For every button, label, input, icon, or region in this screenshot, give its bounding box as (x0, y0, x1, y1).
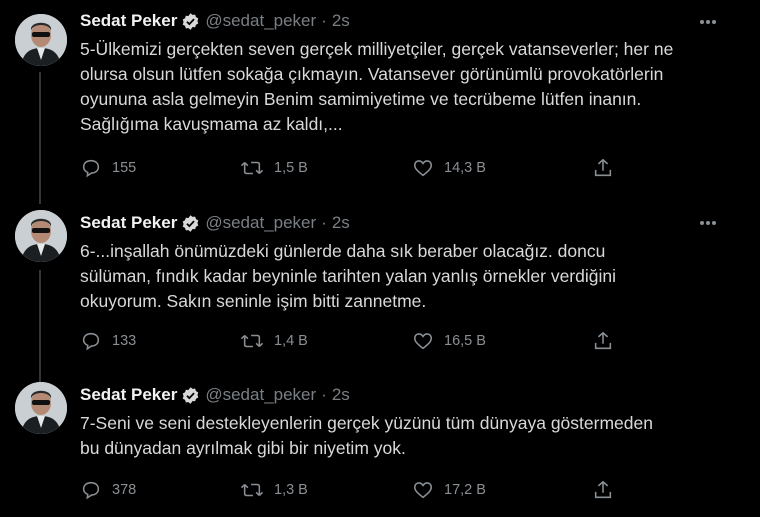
tweet-1[interactable]: Sedat Peker @sedat_peker · 2s 5-Ülkemizi… (0, 0, 760, 195)
like-button[interactable]: 17,2 B (412, 478, 486, 502)
tweet-2[interactable]: Sedat Peker @sedat_peker · 2s 6-...inşal… (0, 195, 760, 367)
retweet-button[interactable]: 1,5 B (240, 156, 308, 180)
reply-button[interactable]: 133 (80, 329, 136, 353)
retweet-count: 1,4 B (274, 333, 308, 349)
share-icon (594, 158, 612, 177)
share-icon (594, 331, 612, 350)
retweet-count: 1,3 B (274, 482, 308, 498)
avatar-image (15, 382, 67, 434)
tweet-3[interactable]: Sedat Peker @sedat_peker · 2s 7-Seni ve … (0, 367, 760, 517)
like-count: 14,3 B (444, 160, 486, 176)
avatar[interactable] (15, 210, 67, 262)
heart-icon (413, 482, 433, 499)
reply-button[interactable]: 378 (80, 478, 136, 502)
tweet-text: 7-Seni ve seni destekleyenlerin gerçek y… (80, 413, 653, 458)
tweet-text: 6-...inşallah önümüzdeki günlerde daha s… (80, 241, 616, 311)
reply-count: 133 (112, 333, 137, 349)
tweet-actions: 378 1,3 B 17,2 B (80, 478, 640, 502)
reply-icon (82, 159, 100, 178)
more-dots-icon[interactable] (698, 213, 718, 233)
avatar-image (15, 210, 67, 262)
author-name[interactable]: Sedat Peker (80, 385, 177, 405)
verified-badge-icon (183, 12, 199, 30)
retweet-button[interactable]: 1,4 B (240, 329, 308, 353)
share-button[interactable] (592, 329, 614, 353)
retweet-button[interactable]: 1,3 B (240, 478, 308, 502)
author-handle[interactable]: @sedat_peker (205, 11, 316, 31)
retweet-count: 1,5 B (274, 160, 308, 176)
tweet-header: Sedat Peker @sedat_peker · 2s (80, 212, 350, 234)
share-button[interactable] (592, 156, 614, 180)
more-dots-icon[interactable] (698, 12, 718, 32)
share-icon (594, 480, 612, 499)
retweet-icon (240, 161, 264, 175)
reply-button[interactable]: 155 (80, 156, 136, 180)
retweet-icon (240, 483, 264, 497)
share-button[interactable] (592, 478, 614, 502)
author-name[interactable]: Sedat Peker (80, 213, 177, 233)
tweet-time[interactable]: 2s (332, 385, 350, 405)
like-count: 17,2 B (444, 482, 486, 498)
like-button[interactable]: 16,5 B (412, 329, 486, 353)
author-name[interactable]: Sedat Peker (80, 11, 177, 31)
separator: · (321, 385, 327, 404)
avatar[interactable] (15, 14, 67, 66)
tweet-text: 5-Ülkemizi gerçekten seven gerçek milliy… (80, 39, 674, 134)
separator: · (321, 11, 327, 30)
avatar-image (15, 14, 67, 66)
separator: · (321, 213, 327, 232)
tweet-actions: 133 1,4 B 16,5 B (80, 329, 640, 353)
tweet-time[interactable]: 2s (332, 11, 350, 31)
reply-icon (82, 481, 100, 500)
tweet-header: Sedat Peker @sedat_peker · 2s (80, 384, 350, 406)
retweet-icon (240, 334, 264, 348)
avatar[interactable] (15, 382, 67, 434)
author-handle[interactable]: @sedat_peker (205, 213, 316, 233)
like-count: 16,5 B (444, 333, 486, 349)
verified-badge-icon (183, 214, 199, 232)
reply-count: 378 (112, 482, 137, 498)
heart-icon (413, 160, 433, 177)
tweet-time[interactable]: 2s (332, 213, 350, 233)
heart-icon (413, 333, 433, 350)
reply-count: 155 (112, 160, 137, 176)
tweet-actions: 155 1,5 B 14,3 B (80, 156, 640, 180)
like-button[interactable]: 14,3 B (412, 156, 486, 180)
reply-icon (82, 332, 100, 351)
tweet-header: Sedat Peker @sedat_peker · 2s (80, 10, 350, 32)
author-handle[interactable]: @sedat_peker (205, 385, 316, 405)
verified-badge-icon (183, 386, 199, 404)
